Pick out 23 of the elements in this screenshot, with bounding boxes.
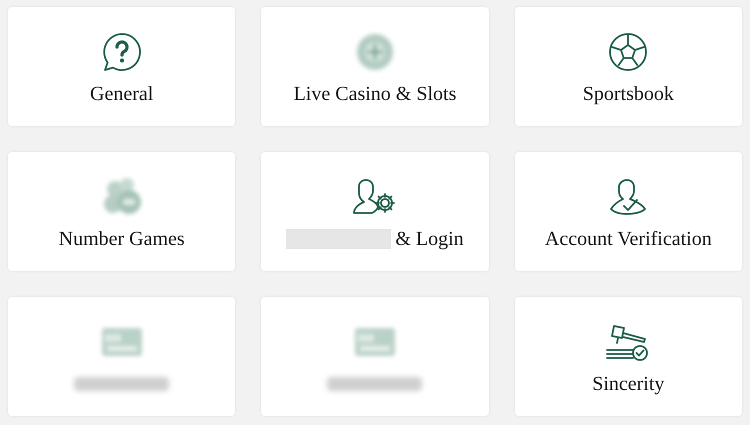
card-label: Account Verification — [544, 227, 712, 252]
card-label: Sportsbook — [582, 82, 674, 107]
card-label: Sincerity — [592, 372, 664, 397]
card-label: & Login — [395, 227, 464, 252]
category-card[interactable]: Number Games — [8, 152, 236, 271]
card-label: Live Casino & Slots — [294, 82, 456, 107]
category-card[interactable]: Sincerity — [514, 297, 742, 416]
soccer-ball-icon — [608, 32, 648, 72]
card-icon — [100, 326, 143, 358]
category-card[interactable]: Account Verification — [514, 152, 742, 271]
card-label: Number Games — [58, 227, 185, 252]
user-gear-icon — [352, 177, 398, 217]
category-card[interactable] — [8, 297, 236, 416]
card-icon — [354, 326, 396, 358]
category-card[interactable]: & Login — [261, 152, 489, 271]
wheel-icon — [354, 32, 395, 72]
category-card[interactable]: Live Casino & Slots — [261, 7, 489, 126]
card-label: General — [90, 82, 154, 107]
user-check-icon — [608, 177, 648, 217]
question-bubble-icon — [102, 32, 142, 72]
category-card[interactable] — [261, 297, 489, 416]
category-card[interactable]: General — [8, 7, 236, 126]
category-card[interactable]: Sportsbook — [514, 7, 742, 126]
